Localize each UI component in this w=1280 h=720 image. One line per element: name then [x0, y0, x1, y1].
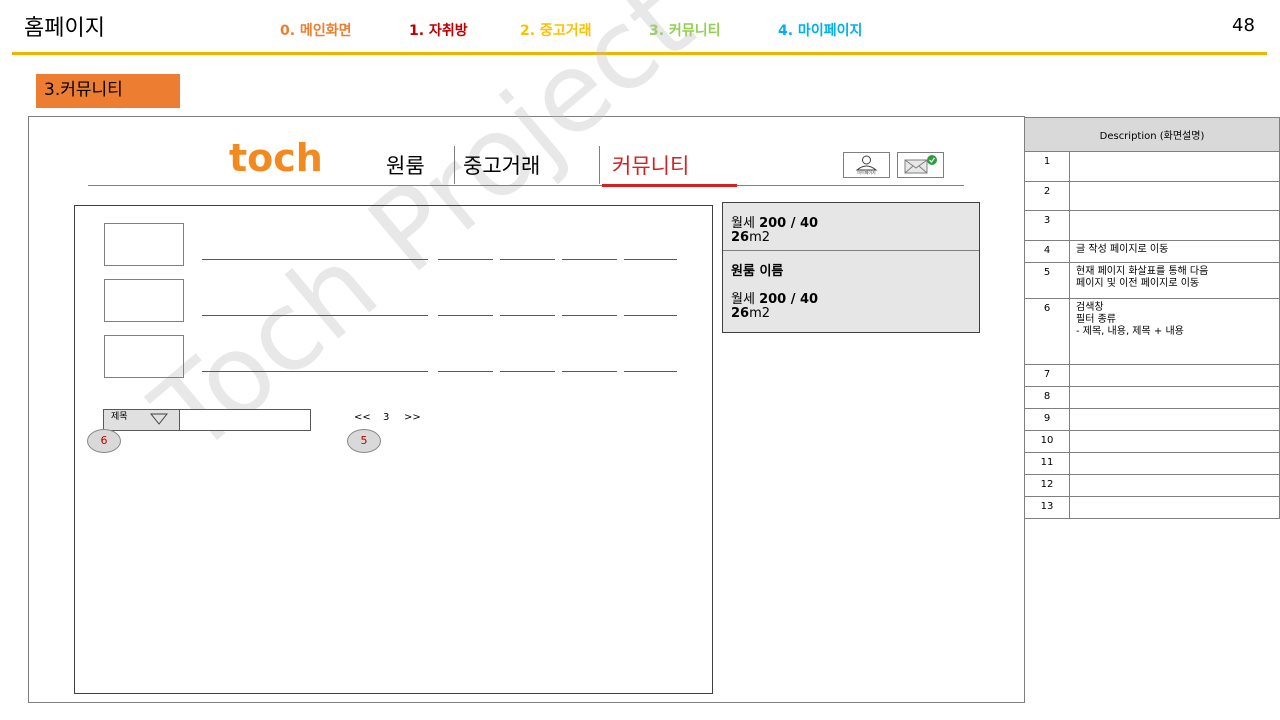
site-nav-oneroom[interactable]: 원룸: [386, 150, 425, 180]
desc-text: [1069, 181, 1280, 211]
post-meta-line: [438, 371, 493, 372]
site-logo[interactable]: toch: [229, 136, 323, 180]
desc-text: [1069, 474, 1280, 497]
desc-text: [1069, 496, 1280, 519]
post-meta-line: [500, 259, 555, 260]
desc-text: [1069, 151, 1280, 182]
desc-num: 11: [1024, 452, 1070, 475]
description-table: Description (화면설명) 1 2 3 4글 작성 페이지로 이동 5…: [1024, 117, 1280, 519]
section-label: 3.커뮤니티: [36, 74, 180, 108]
desc-num: 4: [1024, 240, 1070, 263]
desc-num: 10: [1024, 430, 1070, 453]
detail-area: 26m2: [731, 306, 771, 321]
site-nav-community[interactable]: 커뮤니티: [612, 150, 689, 180]
post-thumbnail[interactable]: [104, 223, 184, 266]
top-nav-room[interactable]: 1. 자취방: [409, 20, 468, 40]
desc-text: 글 작성 페이지로 이동: [1069, 240, 1280, 263]
desc-text: 검색창 필터 종류 - 제목, 내용, 제목 + 내용: [1069, 298, 1280, 365]
detail-area: 26m2: [731, 230, 771, 245]
desc-num: 13: [1024, 496, 1070, 519]
search-filter-select[interactable]: 제목: [103, 409, 180, 431]
post-meta-line: [438, 259, 493, 260]
desc-num: 1: [1024, 151, 1070, 182]
description-left-border: [1024, 117, 1025, 703]
top-nav-main[interactable]: 0. 메인화면: [280, 20, 351, 40]
desc-num: 2: [1024, 181, 1070, 211]
slide-title: 홈페이지: [24, 16, 105, 41]
post-title-line: [202, 371, 428, 372]
post-title-line: [202, 315, 428, 316]
post-meta-line: [624, 259, 677, 260]
annotation-marker-6: 6: [87, 429, 121, 453]
desc-num: 6: [1024, 298, 1070, 365]
nav-active-indicator: [602, 184, 737, 187]
description-header: Description (화면설명): [1024, 117, 1280, 152]
envelope-icon: [904, 155, 937, 174]
desc-text: 현재 페이지 화살표를 통해 다음 페이지 및 이전 페이지로 이동: [1069, 262, 1280, 299]
post-thumbnail[interactable]: [104, 335, 184, 378]
room-name[interactable]: 원룸 이름: [731, 260, 783, 279]
nav-separator: [454, 146, 455, 184]
detail-price: 월세 200 / 40: [731, 216, 819, 231]
post-meta-line: [562, 371, 617, 372]
post-meta-line: [500, 371, 555, 372]
desc-text: [1069, 364, 1280, 387]
message-button[interactable]: [897, 152, 944, 178]
page-number: 48: [1232, 15, 1255, 36]
desc-num: 9: [1024, 408, 1070, 431]
post-meta-line: [438, 315, 493, 316]
detail-price: 월세 200 / 40: [731, 292, 819, 307]
top-nav-mypage[interactable]: 4. 마이페이지: [778, 20, 862, 40]
triangle-down-icon: [150, 413, 168, 425]
desc-text: [1069, 408, 1280, 431]
site-nav-used[interactable]: 중고거래: [463, 150, 540, 180]
desc-num: 7: [1024, 364, 1070, 387]
search-filter-value: 제목: [111, 412, 128, 422]
post-title-line: [202, 259, 428, 260]
desc-num: 3: [1024, 210, 1070, 241]
desc-num: 5: [1024, 262, 1070, 299]
desc-num: 12: [1024, 474, 1070, 497]
post-meta-line: [562, 315, 617, 316]
mypage-icon-label: 마이페이지: [857, 170, 876, 175]
post-meta-line: [624, 315, 677, 316]
desc-text: [1069, 210, 1280, 241]
desc-num: 8: [1024, 386, 1070, 409]
annotation-marker-5: 5: [347, 429, 381, 453]
search-input[interactable]: [179, 409, 311, 431]
post-thumbnail[interactable]: [104, 279, 184, 322]
desc-text: [1069, 430, 1280, 453]
post-meta-line: [624, 371, 677, 372]
nav-separator: [599, 146, 600, 184]
desc-text: [1069, 452, 1280, 475]
post-meta-line: [562, 259, 617, 260]
post-meta-line: [500, 315, 555, 316]
pagination-prev[interactable]: <<: [354, 412, 371, 423]
desc-text: [1069, 386, 1280, 409]
pagination-next[interactable]: >>: [404, 412, 421, 423]
nav-underline: [88, 185, 964, 186]
mypage-button[interactable]: 마이페이지: [843, 152, 890, 178]
detail-divider: [723, 250, 979, 251]
pagination-current[interactable]: 3: [383, 412, 389, 423]
